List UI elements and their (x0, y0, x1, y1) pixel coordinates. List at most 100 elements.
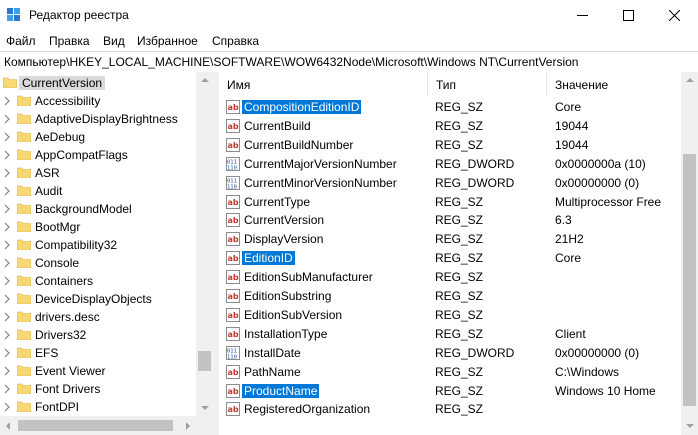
list-scroll-thumb[interactable] (683, 154, 696, 406)
scroll-down-icon[interactable] (686, 424, 694, 428)
value-row[interactable]: ab EditionSubManufacturer REG_SZ (219, 268, 681, 287)
chevron-right-icon[interactable] (4, 348, 10, 358)
svg-text:ab: ab (228, 292, 239, 301)
scroll-down-icon[interactable] (201, 406, 209, 410)
key-tree[interactable]: CurrentVersion Accessibility AdaptiveDisp… (0, 72, 213, 435)
value-row[interactable]: ab CurrentVersion REG_SZ 6.3 (219, 211, 681, 230)
chevron-right-icon[interactable] (4, 258, 10, 268)
tree-item[interactable]: FontDPI (0, 398, 196, 416)
value-row[interactable]: ab EditionSubstring REG_SZ (219, 287, 681, 306)
chevron-right-icon[interactable] (4, 366, 10, 376)
value-row[interactable]: ab InstallationType REG_SZ Client (219, 325, 681, 344)
column-name[interactable]: Имя (219, 72, 428, 96)
value-type: REG_SZ (435, 213, 484, 228)
value-data: 6.3 (555, 213, 572, 228)
value-type: REG_SZ (435, 251, 484, 266)
tree-item[interactable]: Console (0, 254, 196, 272)
folder-icon (17, 149, 31, 160)
string-value-icon: ab (226, 194, 240, 209)
address-bar[interactable]: Компьютер\HKEY_LOCAL_MACHINE\SOFTWARE\WO… (0, 51, 698, 73)
value-row[interactable]: ab CurrentType REG_SZ Multiprocessor Free (219, 193, 681, 212)
value-row[interactable]: ab ProductName REG_SZ Windows 10 Home (219, 382, 681, 401)
chevron-right-icon[interactable] (4, 132, 10, 142)
menu-view[interactable]: Вид (103, 34, 125, 48)
scroll-right-icon[interactable] (186, 422, 190, 430)
value-row[interactable]: ab CurrentBuild REG_SZ 19044 (219, 117, 681, 136)
chevron-right-icon[interactable] (4, 402, 10, 412)
value-row[interactable]: 011 110 CurrentMajorVersionNumber REG_DWORD… (219, 155, 681, 174)
folder-icon (17, 257, 31, 268)
chevron-right-icon[interactable] (4, 222, 10, 232)
value-row[interactable]: ab PathName REG_SZ C:\Windows (219, 363, 681, 382)
value-row[interactable]: ab CompositionEditionID REG_SZ Core (219, 98, 681, 117)
chevron-right-icon[interactable] (4, 96, 10, 106)
tree-item-root[interactable]: CurrentVersion (0, 74, 196, 92)
menu-file[interactable]: Файл (6, 34, 36, 48)
tree-item-label: Font Drivers (35, 382, 101, 396)
folder-icon (17, 365, 31, 376)
tree-item[interactable]: AppCompatFlags (0, 146, 196, 164)
chevron-right-icon[interactable] (4, 276, 10, 286)
tree-horizontal-scrollbar[interactable] (0, 416, 213, 435)
value-row[interactable]: ab EditionSubVersion REG_SZ (219, 306, 681, 325)
tree-scroll-thumb[interactable] (198, 351, 211, 371)
column-value[interactable]: Значение (547, 72, 697, 96)
scroll-left-icon[interactable] (6, 422, 10, 430)
chevron-right-icon[interactable] (4, 294, 10, 304)
value-row[interactable]: ab DisplayVersion REG_SZ 21H2 (219, 230, 681, 249)
tree-item[interactable]: DeviceDisplayObjects (0, 290, 196, 308)
value-row[interactable]: 011 110 CurrentMinorVersionNumber REG_DWORD… (219, 174, 681, 193)
chevron-right-icon[interactable] (4, 384, 10, 394)
tree-item-label: AdaptiveDisplayBrightness (35, 112, 178, 126)
chevron-right-icon[interactable] (4, 114, 10, 124)
menu-favorites[interactable]: Избранное (137, 34, 198, 48)
value-type: REG_SZ (435, 364, 484, 379)
svg-text:110: 110 (227, 165, 237, 171)
chevron-right-icon[interactable] (4, 150, 10, 160)
value-row[interactable]: ab CurrentBuildNumber REG_SZ 19044 (219, 136, 681, 155)
menu-edit[interactable]: Правка (49, 34, 90, 48)
chevron-right-icon[interactable] (4, 240, 10, 250)
folder-icon (17, 185, 31, 196)
scroll-up-icon[interactable] (201, 78, 209, 82)
tree-item[interactable]: AeDebug (0, 128, 196, 146)
tree-item[interactable]: Accessibility (0, 92, 196, 110)
chevron-right-icon[interactable] (4, 186, 10, 196)
tree-item[interactable]: Audit (0, 182, 196, 200)
value-data: 21H2 (555, 232, 584, 247)
tree-vertical-scrollbar[interactable] (196, 72, 213, 416)
tree-item[interactable]: drivers.desc (0, 308, 196, 326)
address-path[interactable]: Компьютер\HKEY_LOCAL_MACHINE\SOFTWARE\WO… (4, 55, 578, 69)
tree-item[interactable]: AdaptiveDisplayBrightness (0, 110, 196, 128)
maximize-button[interactable] (606, 0, 652, 31)
minimize-button[interactable] (560, 0, 606, 31)
tree-item[interactable]: Drivers32 (0, 326, 196, 344)
value-row[interactable]: ab RegisteredOrganization REG_SZ (219, 400, 681, 419)
chevron-right-icon[interactable] (4, 312, 10, 322)
menu-help[interactable]: Справка (212, 34, 259, 48)
value-type: REG_SZ (435, 194, 484, 209)
tree-item[interactable]: BootMgr (0, 218, 196, 236)
tree-item[interactable]: Containers (0, 272, 196, 290)
scroll-up-icon[interactable] (686, 78, 694, 82)
tree-item[interactable]: ASR (0, 164, 196, 182)
tree-item[interactable]: BackgroundModel (0, 200, 196, 218)
svg-text:ab: ab (228, 122, 239, 131)
tree-item[interactable]: Event Viewer (0, 362, 196, 380)
column-type[interactable]: Тип (428, 72, 547, 96)
value-row[interactable]: 011 110 InstallDate REG_DWORD 0x00000000 (0) (219, 344, 681, 363)
values-list[interactable]: Имя Тип Значение ab CompositionEditionID R… (219, 72, 698, 435)
tree-item[interactable]: Font Drivers (0, 380, 196, 398)
tree-hscroll-thumb[interactable] (18, 420, 173, 431)
value-name: InstallDate (244, 345, 301, 360)
close-button[interactable] (652, 0, 698, 31)
tree-item-label: DeviceDisplayObjects (35, 292, 152, 306)
tree-item[interactable]: Compatibility32 (0, 236, 196, 254)
chevron-right-icon[interactable] (4, 168, 10, 178)
binary-value-icon: 011110 (226, 345, 240, 360)
chevron-right-icon[interactable] (4, 204, 10, 214)
chevron-right-icon[interactable] (4, 330, 10, 340)
value-row[interactable]: ab EditionID REG_SZ Core (219, 249, 681, 268)
tree-item[interactable]: EFS (0, 344, 196, 362)
list-vertical-scrollbar[interactable] (681, 72, 698, 435)
